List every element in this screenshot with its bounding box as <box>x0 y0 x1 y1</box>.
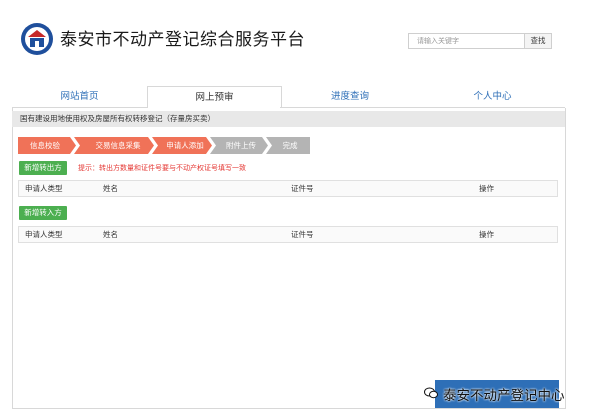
step-attachment-upload: 附件上传 <box>226 141 256 150</box>
col-name: 姓名 <box>103 184 118 193</box>
tab-progress-query[interactable]: 进度查询 <box>280 86 420 108</box>
add-seller-button[interactable]: 新增转出方 <box>19 161 67 175</box>
step-info-check: 信息校验 <box>30 141 60 150</box>
col-id-number: 证件号 <box>291 184 314 193</box>
watermark-text: 泰安不动产登记中心 <box>443 388 565 404</box>
site-title: 泰安市不动产登记综合服务平台 <box>60 30 305 50</box>
step-applicant-add: 申请人添加 <box>166 141 204 150</box>
col-operation: 操作 <box>479 230 494 239</box>
buyer-table-header: 申请人类型 姓名 证件号 操作 <box>18 226 558 243</box>
tab-home[interactable]: 网站首页 <box>12 86 147 108</box>
tab-online-review[interactable]: 网上预审 <box>147 86 282 109</box>
col-applicant-type: 申请人类型 <box>25 184 63 193</box>
add-buyer-button[interactable]: 新增转入方 <box>19 206 67 220</box>
step-transaction-collect: 交易信息采集 <box>95 141 141 150</box>
search-input[interactable]: 请输入关键字 <box>408 33 532 49</box>
main-nav: 网站首页 网上预审 进度查询 个人中心 <box>12 86 565 109</box>
wechat-icon <box>424 387 438 399</box>
step-complete: 完成 <box>282 141 298 150</box>
hint-text: 提示：转出方数量和证件号要与不动产权证号填写一致 <box>78 164 246 172</box>
emblem-logo <box>21 23 53 55</box>
col-name: 姓名 <box>103 230 118 239</box>
tab-personal-center[interactable]: 个人中心 <box>420 86 565 108</box>
col-applicant-type: 申请人类型 <box>25 230 63 239</box>
col-operation: 操作 <box>479 184 494 193</box>
seller-table-header: 申请人类型 姓名 证件号 操作 <box>18 180 558 197</box>
col-id-number: 证件号 <box>291 230 314 239</box>
panel-title: 国有建设用地使用权及房屋所有权转移登记（存量房买卖） <box>12 111 565 127</box>
search-button[interactable]: 查找 <box>524 33 552 49</box>
